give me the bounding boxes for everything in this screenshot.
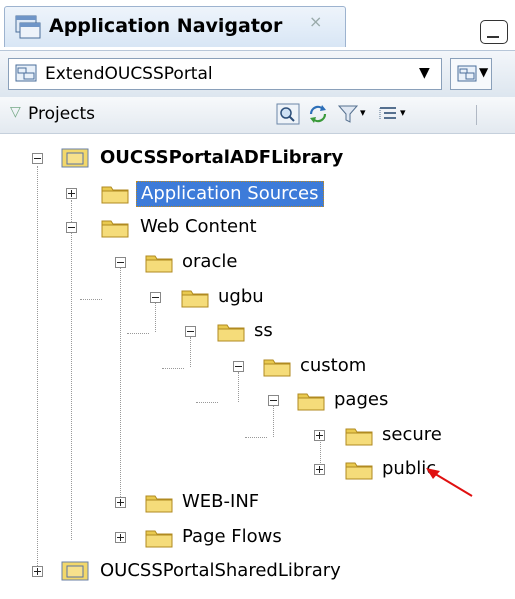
tree-node-label[interactable]: oracle — [178, 250, 241, 274]
folder-icon — [345, 428, 373, 446]
tree-connector — [196, 402, 218, 403]
annotation-arrow-icon — [426, 468, 473, 497]
folder-icon — [145, 530, 173, 548]
tree-node-label[interactable]: pages — [330, 388, 392, 412]
tree-node-label[interactable]: Web Content — [136, 215, 261, 239]
tree-connector — [162, 368, 184, 369]
tree-toggle-collapse[interactable] — [150, 292, 161, 303]
tree-toggle-expand[interactable] — [314, 464, 325, 475]
projects-label: Projects — [28, 104, 96, 124]
application-icon — [15, 64, 37, 82]
folder-icon — [297, 393, 325, 411]
tree-toggle-collapse[interactable] — [32, 153, 43, 164]
tree-toggle-expand[interactable] — [115, 532, 126, 543]
tree-connector — [190, 337, 191, 367]
folder-icon — [263, 359, 291, 377]
tree-toggle-expand[interactable] — [115, 497, 126, 508]
refresh-icon[interactable] — [306, 103, 330, 125]
filter-dropdown-icon[interactable]: ▾ — [360, 106, 366, 119]
application-navigator-panel: Application Navigator × ExtendOUCSSPorta… — [0, 0, 515, 599]
application-menu-icon — [457, 65, 477, 82]
tree-connector — [71, 200, 72, 540]
navigator-tab-row: Application Navigator × — [0, 0, 515, 50]
tree-connector — [245, 437, 267, 438]
tree-connector — [127, 333, 149, 334]
folder-icon — [101, 220, 129, 238]
projects-header: ▽ Projects ▾ ▾ — [0, 97, 515, 134]
folder-icon — [145, 495, 173, 513]
dropdown-arrow-icon[interactable]: ▼ — [419, 65, 430, 81]
tree-connector — [155, 302, 156, 332]
tree-toggle-collapse[interactable] — [185, 326, 196, 337]
folder-icon — [345, 462, 373, 480]
folder-icon — [181, 290, 209, 308]
tree-toggle-expand[interactable] — [32, 566, 43, 577]
folder-icon — [217, 324, 245, 342]
application-navigator-icon — [15, 15, 41, 39]
minimize-button[interactable] — [480, 20, 508, 44]
navigator-search-icon[interactable] — [276, 103, 300, 125]
application-menu-button[interactable]: ▼ — [450, 58, 492, 90]
collapse-triangle-icon[interactable]: ▽ — [10, 104, 21, 120]
project-icon — [61, 561, 89, 581]
folder-icon — [101, 186, 129, 204]
navigator-tab[interactable]: Application Navigator × — [4, 6, 346, 47]
tree-toggle-collapse[interactable] — [115, 257, 126, 268]
tree-toggle-collapse[interactable] — [233, 361, 244, 372]
tree-connector — [80, 299, 102, 300]
tree-node-label[interactable]: ugbu — [214, 285, 268, 309]
tree-toggle-expand[interactable] — [314, 430, 325, 441]
tree-toggle-collapse[interactable] — [66, 222, 77, 233]
project-tree: OUCSSPortalADFLibrary Application Source… — [0, 134, 515, 599]
tree-connector — [120, 267, 121, 497]
tree-toggle-collapse[interactable] — [268, 395, 279, 406]
sort-options-icon[interactable] — [376, 103, 400, 125]
tree-connector — [238, 372, 239, 402]
tree-connector — [273, 404, 274, 437]
tree-node-label[interactable]: custom — [296, 354, 370, 378]
tree-node-label[interactable]: secure — [378, 423, 446, 447]
application-selector-row: ExtendOUCSSPortal ▼ ▼ — [0, 50, 515, 98]
application-name: ExtendOUCSSPortal — [45, 64, 213, 84]
project-icon — [61, 148, 89, 168]
sort-dropdown-icon[interactable]: ▾ — [400, 106, 406, 119]
tree-node-label[interactable]: ss — [250, 319, 277, 343]
tree-node-label[interactable]: WEB-INF — [178, 490, 263, 514]
filter-icon[interactable] — [336, 103, 360, 125]
chevron-down-icon: ▼ — [479, 65, 489, 79]
application-select[interactable]: ExtendOUCSSPortal ▼ — [8, 58, 442, 90]
close-icon[interactable]: × — [309, 12, 322, 31]
toolbar-separator — [476, 105, 477, 125]
tree-node-label[interactable]: OUCSSPortalSharedLibrary — [96, 559, 345, 583]
tree-connector — [37, 166, 38, 576]
tree-node-label[interactable]: Page Flows — [178, 525, 286, 549]
folder-icon — [145, 255, 173, 273]
navigator-title: Application Navigator — [49, 15, 283, 37]
tree-node-label[interactable]: Application Sources — [136, 181, 324, 207]
tree-node-label[interactable]: OUCSSPortalADFLibrary — [96, 146, 347, 170]
tree-toggle-expand[interactable] — [66, 188, 77, 199]
